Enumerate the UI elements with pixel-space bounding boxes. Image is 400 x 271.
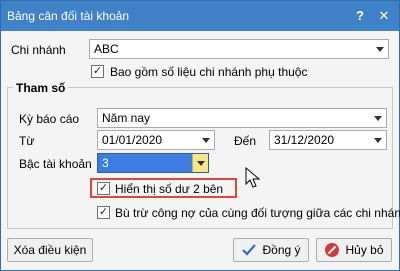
chevron-down-icon[interactable] [372,40,388,58]
show-both-label: Hiển thị số dư 2 bên [115,182,224,196]
show-both-checkbox[interactable]: ✓ [97,182,110,195]
chevron-down-icon[interactable] [198,131,214,149]
chevron-down-icon[interactable] [370,131,386,149]
period-value: Năm nay [102,111,151,125]
level-select[interactable]: 3 [97,153,209,173]
chevron-down-icon[interactable] [370,109,386,127]
cancel-icon [325,243,340,257]
window-title: Bảng cân đối tài khoản [7,9,130,23]
help-button[interactable]: ? [351,7,369,25]
period-label: Kỳ báo cáo [19,112,80,126]
dialog-window: Bảng cân đối tài khoản ? ✕ Chi nhánh ABC… [0,0,400,271]
close-button[interactable]: ✕ [375,7,393,25]
cancel-button[interactable]: Hủy bỏ [316,238,392,262]
clear-conditions-button[interactable]: Xóa điều kiện [7,238,93,262]
period-select[interactable]: Năm nay [97,108,387,128]
params-group-title: Tham số [13,81,69,95]
include-branch-label: Bao gồm số liệu chi nhánh phụ thuộc [110,65,308,79]
include-branch-checkbox[interactable]: ✓ [91,65,104,78]
checkmark-icon [242,244,257,256]
branch-label: Chi nhánh [11,43,66,57]
clear-conditions-label: Xóa điều kiện [13,243,87,257]
ok-label: Đồng ý [262,243,301,257]
cancel-label: Hủy bỏ [345,243,384,257]
ok-button[interactable]: Đồng ý [233,238,309,262]
title-bar: Bảng cân đối tài khoản ? ✕ [1,1,399,31]
branch-select[interactable]: ABC [89,39,389,59]
level-label: Bậc tài khoản [19,157,92,171]
offset-label: Bù trừ công nợ của cùng đối tượng giữa c… [115,206,400,220]
mouse-cursor-icon [245,167,261,188]
to-label: Đến [234,134,257,148]
from-date-value: 01/01/2020 [102,133,163,147]
offset-checkbox[interactable]: ✓ [97,206,110,219]
level-value: 3 [102,156,109,170]
branch-value: ABC [94,42,119,56]
from-date-field[interactable]: 01/01/2020 [97,130,215,150]
chevron-down-icon[interactable] [192,154,208,172]
from-label: Từ [19,134,35,148]
to-date-field[interactable]: 31/12/2020 [269,130,387,150]
to-date-value: 31/12/2020 [274,133,335,147]
